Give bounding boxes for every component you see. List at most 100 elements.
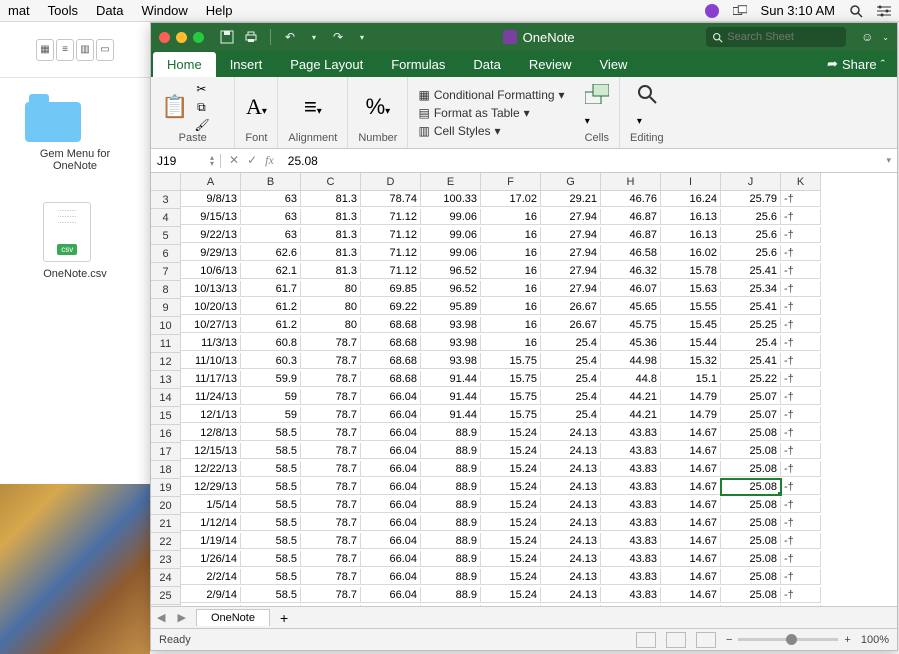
cell[interactable]: 58.5 [241,551,301,567]
cell[interactable]: -† [781,479,821,495]
row-header[interactable]: 9 [151,299,181,317]
cell[interactable]: 99.06 [421,227,481,243]
cell[interactable]: -† [781,353,821,369]
menu-item[interactable]: Window [142,3,188,18]
cell[interactable]: 25.08 [721,425,781,441]
row-header[interactable]: 12 [151,353,181,371]
menu-item[interactable]: Data [96,3,123,18]
cell[interactable]: 80 [301,281,361,297]
column-header[interactable]: K [781,173,821,191]
cell[interactable]: 44.8 [601,371,661,387]
cell[interactable]: 16 [481,245,541,261]
cell[interactable]: 25.4 [541,335,601,351]
cell[interactable]: 99.06 [421,209,481,225]
cell[interactable]: 78.7 [301,605,361,606]
cell[interactable]: -† [781,425,821,441]
cell[interactable]: 61.2 [241,299,301,315]
cell[interactable]: 16 [481,209,541,225]
cell[interactable]: 12/22/13 [181,461,241,477]
cell[interactable]: 88.9 [421,479,481,495]
cell[interactable]: 46.76 [601,191,661,207]
close-window-button[interactable] [159,32,170,43]
cell[interactable]: 63 [241,191,301,207]
cell[interactable]: 59 [241,407,301,423]
row-header[interactable]: 22 [151,533,181,551]
cell[interactable]: 66.04 [361,389,421,405]
fx-icon[interactable]: fx [265,153,274,168]
cell[interactable]: 10/13/13 [181,281,241,297]
cell[interactable]: 88.9 [421,425,481,441]
row-header[interactable]: 26 [151,605,181,606]
column-header[interactable]: H [601,173,661,191]
cell[interactable]: 43.83 [601,605,661,606]
page-layout-view-button[interactable] [666,632,686,648]
cell[interactable]: 66.04 [361,443,421,459]
cell[interactable]: 93.98 [421,317,481,333]
row-header[interactable]: 6 [151,245,181,263]
zoom-window-button[interactable] [193,32,204,43]
finder-view-segment[interactable]: ▦ ≡ ▥ ▭ [0,22,150,78]
cell[interactable]: 12/8/13 [181,425,241,441]
cell[interactable]: 25.08 [721,587,781,603]
cell[interactable]: 25.22 [721,371,781,387]
displays-icon[interactable] [733,4,747,18]
cell[interactable]: 88.9 [421,497,481,513]
cell[interactable]: 15.24 [481,497,541,513]
file-item[interactable]: ................................. csv On… [43,202,107,280]
cell[interactable]: 14.67 [661,569,721,585]
row-header[interactable]: 14 [151,389,181,407]
cell[interactable]: -† [781,443,821,459]
cell[interactable]: 68.68 [361,317,421,333]
cell[interactable]: 24.13 [541,569,601,585]
cell[interactable]: 27.94 [541,281,601,297]
cell[interactable]: 14.67 [661,425,721,441]
zoom-percent[interactable]: 100% [861,634,889,646]
cell[interactable]: -† [781,191,821,207]
cell[interactable]: 25.4 [721,335,781,351]
cell[interactable]: 27.94 [541,245,601,261]
cell[interactable]: 78.7 [301,515,361,531]
cell[interactable]: 25.4 [541,371,601,387]
spreadsheet-grid[interactable]: ABCDEFGHIJK39/8/136381.378.74100.3317.02… [151,173,897,606]
cell[interactable]: -† [781,407,821,423]
cell[interactable]: 91.44 [421,407,481,423]
spotlight-icon[interactable] [849,4,863,18]
cell[interactable]: 25.08 [721,515,781,531]
name-box[interactable]: J19▴▾ [151,154,221,168]
cell[interactable]: 9/22/13 [181,227,241,243]
cell[interactable]: 93.98 [421,353,481,369]
cell[interactable]: 12/15/13 [181,443,241,459]
cell[interactable]: 80 [301,299,361,315]
cell[interactable]: 44.21 [601,389,661,405]
cell[interactable]: 46.32 [601,263,661,279]
cell[interactable]: 45.75 [601,317,661,333]
cell[interactable]: 71.12 [361,227,421,243]
account-dropdown-icon[interactable]: ⌄ [882,33,889,42]
cell[interactable]: -† [781,533,821,549]
cell-styles-button[interactable]: ▥ Cell Styles ▾ [418,124,564,138]
cell[interactable]: 44.98 [601,353,661,369]
cell[interactable]: 78.7 [301,551,361,567]
cell[interactable]: 24.13 [541,479,601,495]
cell[interactable]: 15.24 [481,587,541,603]
cell[interactable]: 62.6 [241,245,301,261]
cell[interactable]: 25.25 [721,317,781,333]
cell[interactable]: 24.13 [541,587,601,603]
row-header[interactable]: 8 [151,281,181,299]
cell[interactable]: -† [781,317,821,333]
cell[interactable]: 61.7 [241,281,301,297]
cell[interactable]: 88.9 [421,461,481,477]
cell[interactable]: 58.5 [241,569,301,585]
undo-dropdown-icon[interactable]: ▾ [305,28,323,46]
paste-icon[interactable]: 📋 [161,94,188,120]
cell[interactable]: 14.67 [661,587,721,603]
add-sheet-button[interactable]: + [270,610,298,626]
cell[interactable]: 25.34 [721,281,781,297]
cell[interactable]: 66.04 [361,407,421,423]
cell[interactable]: 88.9 [421,605,481,606]
cell[interactable]: 24.13 [541,461,601,477]
cut-icon[interactable]: ✂ [194,82,208,96]
cell[interactable]: 81.3 [301,263,361,279]
cell[interactable]: 10/20/13 [181,299,241,315]
cell[interactable]: 43.83 [601,443,661,459]
